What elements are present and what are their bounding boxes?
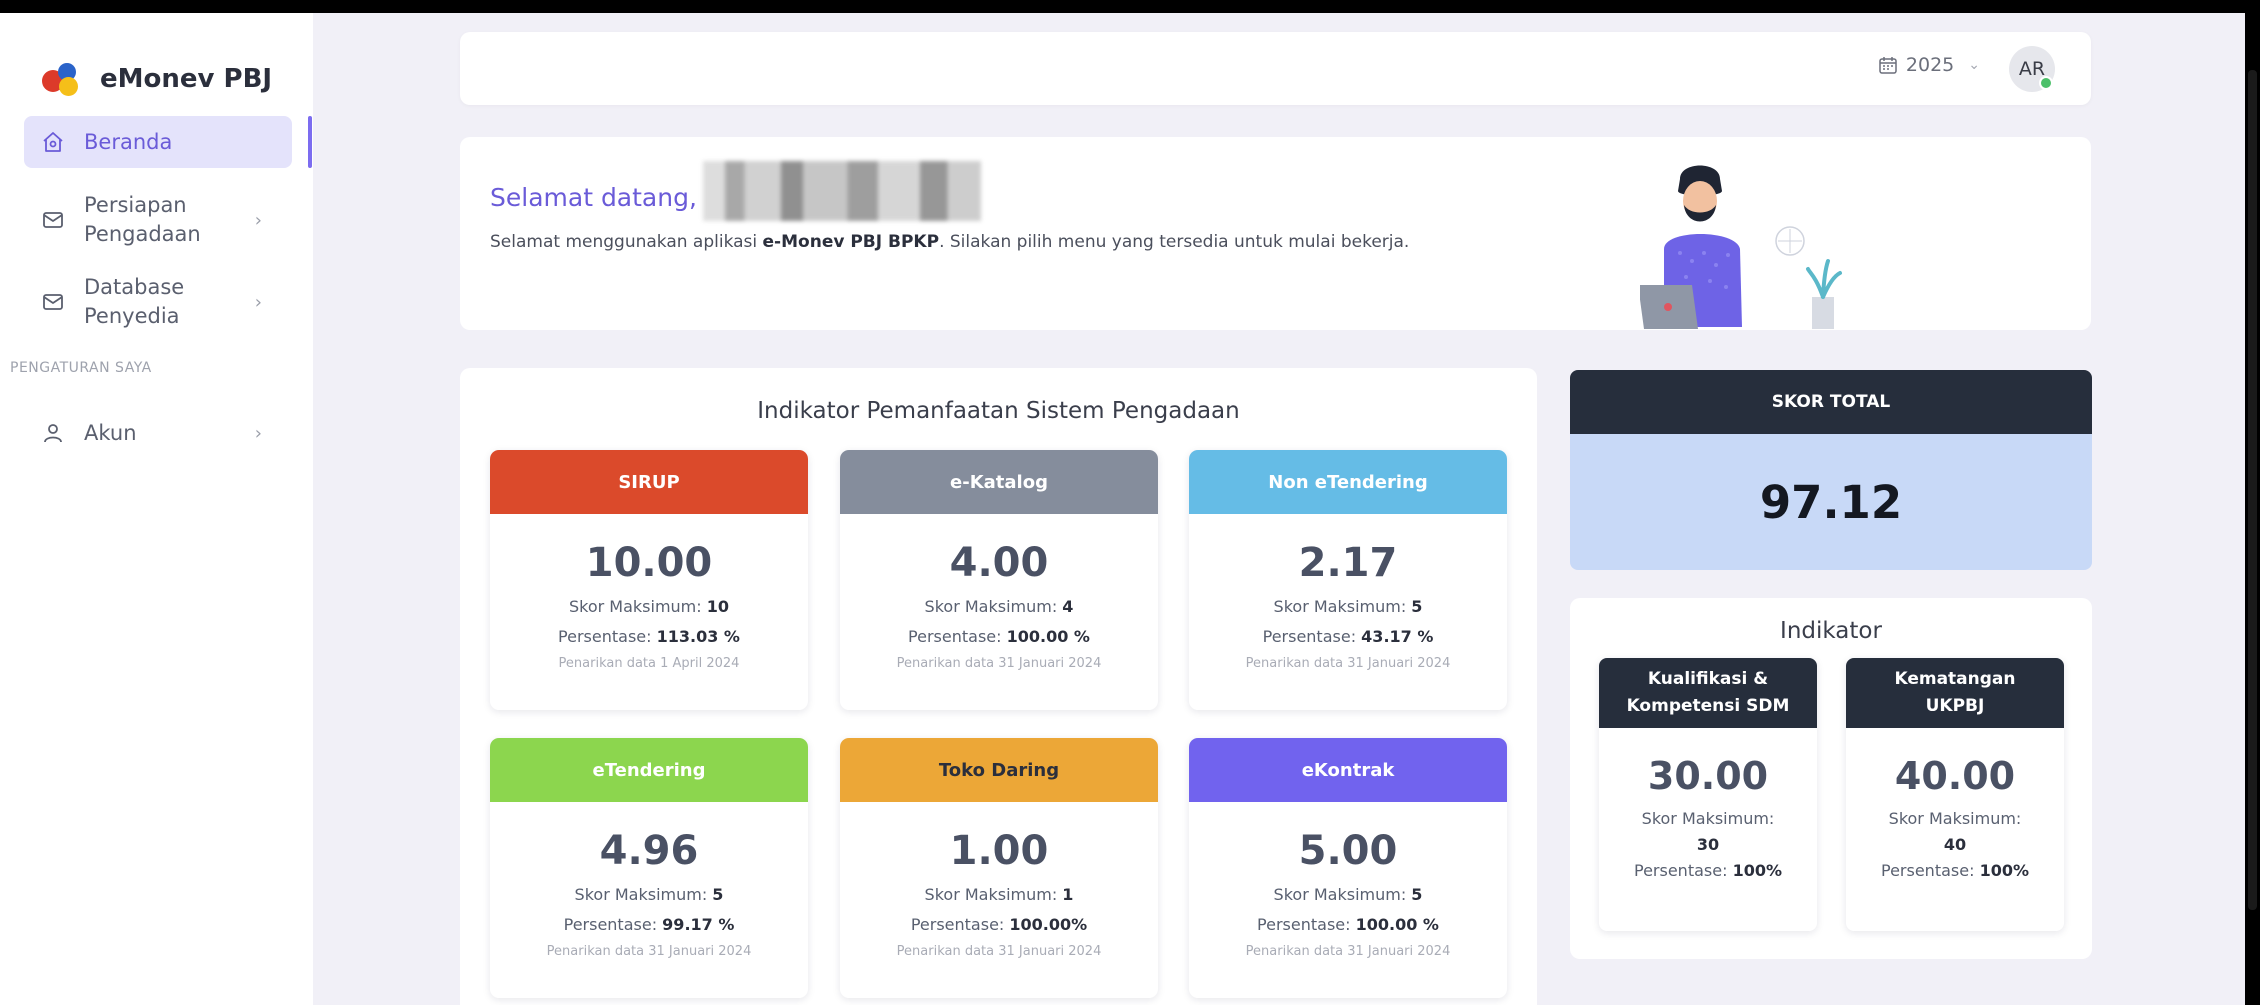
indicator-card-sirup[interactable]: SIRUP 10.00 Skor Maksimum: 10 Persentase… — [490, 450, 808, 710]
indicator-header: eTendering — [490, 738, 808, 802]
indicator-percentage: Persentase: 100.00 % — [908, 627, 1090, 646]
welcome-text: Selamat menggunakan aplikasi e-Monev PBJ… — [490, 232, 1410, 252]
indikator-header: Kematangan UKPBJ — [1846, 658, 2064, 728]
welcome-title: Selamat datang, — [490, 161, 981, 221]
app-frame: eMonev PBJ Beranda Persiapan Pengadaan ›… — [0, 13, 2245, 1005]
indicator-header: e-Katalog — [840, 450, 1158, 514]
indicator-value: 5.00 — [1298, 828, 1398, 874]
indicator-note: Penarikan data 31 Januari 2024 — [896, 656, 1102, 671]
indikator-percentage: Persentase: 100% — [1634, 861, 1782, 880]
indicator-value: 4.96 — [599, 828, 699, 874]
indikator-pemanfaatan-card: Indikator Pemanfaatan Sistem Pengadaan S… — [460, 368, 1537, 1005]
indicator-card-ekontrak[interactable]: eKontrak 5.00 Skor Maksimum: 5 Persentas… — [1189, 738, 1507, 998]
indicator-header: Toko Daring — [840, 738, 1158, 802]
indicator-card-toko-daring[interactable]: Toko Daring 1.00 Skor Maksimum: 1 Persen… — [840, 738, 1158, 998]
sidebar-item-label: Persiapan Pengadaan — [84, 193, 201, 246]
mail-icon — [41, 208, 65, 232]
indikator-kematangan-ukpbj[interactable]: Kematangan UKPBJ 40.00 Skor Maksimum: 40… — [1846, 658, 2064, 931]
section-label: PENGATURAN SAYA — [10, 360, 152, 376]
indicator-card-non-etendering[interactable]: Non eTendering 2.17 Skor Maksimum: 5 Per… — [1189, 450, 1507, 710]
indicator-note: Penarikan data 31 Januari 2024 — [1245, 944, 1451, 959]
working-person-illustration — [1640, 165, 1842, 329]
indikator-percentage: Persentase: 100% — [1881, 861, 2029, 880]
sidebar-item-label: Beranda — [84, 129, 173, 154]
indicator-percentage: Persentase: 99.17 % — [563, 915, 735, 934]
indicator-value: 4.00 — [949, 540, 1049, 586]
indikator-title: Indikator — [1780, 618, 1882, 644]
indikator-header: Kualifikasi & Kompetensi SDM — [1599, 658, 1817, 728]
user-icon — [41, 421, 65, 445]
indicator-header: SIRUP — [490, 450, 808, 514]
indicator-note: Penarikan data 1 April 2024 — [558, 656, 740, 671]
active-indicator — [308, 116, 312, 168]
brand[interactable]: eMonev PBJ — [42, 61, 272, 97]
sidebar-item-persiapan-pengadaan[interactable]: Persiapan Pengadaan › — [24, 190, 292, 250]
sidebar-item-database-penyedia[interactable]: Database Penyedia › — [24, 272, 292, 332]
scrollbar-thumb[interactable] — [2248, 70, 2257, 910]
chevron-right-icon: › — [254, 422, 262, 444]
skor-total-value: 97.12 — [1570, 434, 2092, 570]
welcome-card: Selamat datang, Selamat menggunakan apli… — [460, 137, 2091, 330]
section-title: Indikator Pemanfaatan Sistem Pengadaan — [757, 398, 1240, 424]
indikator-value: 40.00 — [1894, 754, 2016, 798]
app-name: eMonev PBJ — [100, 64, 273, 94]
indicator-max: Skor Maksimum: 5 — [1273, 597, 1423, 616]
indicator-max: Skor Maksimum: 5 — [574, 885, 724, 904]
indicator-percentage: Persentase: 100.00% — [910, 915, 1088, 934]
app-logo-icon — [42, 61, 86, 97]
year-selector[interactable]: 2025 ⌄ — [1878, 54, 1980, 76]
sidebar-item-beranda[interactable]: Beranda — [24, 116, 292, 168]
indicator-max: Skor Maksimum: 4 — [924, 597, 1074, 616]
chevron-right-icon: › — [254, 209, 262, 231]
indicator-max: Skor Maksimum: 10 — [568, 597, 729, 616]
indicator-max: Skor Maksimum: 1 — [924, 885, 1074, 904]
sidebar: eMonev PBJ Beranda Persiapan Pengadaan ›… — [0, 13, 313, 1005]
online-status-dot — [2039, 76, 2053, 90]
indikator-max-value: 40 — [1943, 835, 1967, 854]
indicator-value: 10.00 — [585, 540, 713, 586]
indicator-value: 2.17 — [1298, 540, 1398, 586]
year-value: 2025 — [1905, 54, 1955, 76]
indicator-percentage: Persentase: 113.03 % — [558, 627, 740, 646]
indikator-kualifikasi-sdm[interactable]: Kualifikasi & Kompetensi SDM 30.00 Skor … — [1599, 658, 1817, 931]
indicator-percentage: Persentase: 100.00 % — [1257, 915, 1439, 934]
page-scrollbar[interactable] — [2245, 60, 2260, 920]
chevron-right-icon: › — [254, 291, 262, 313]
calendar-icon — [1878, 55, 1898, 75]
indicator-value: 1.00 — [949, 828, 1049, 874]
indicator-header: Non eTendering — [1189, 450, 1507, 514]
chevron-down-icon: ⌄ — [1968, 57, 1980, 73]
indicator-header: eKontrak — [1189, 738, 1507, 802]
skor-total-label: SKOR TOTAL — [1570, 370, 2092, 434]
indicator-card-etendering[interactable]: eTendering 4.96 Skor Maksimum: 5 Persent… — [490, 738, 808, 998]
top-bar: 2025 ⌄ AR — [460, 32, 2091, 105]
mail-icon — [41, 290, 65, 314]
indicator-card-ekatalog[interactable]: e-Katalog 4.00 Skor Maksimum: 4 Persenta… — [840, 450, 1158, 710]
sidebar-item-label: Akun — [84, 420, 137, 445]
indicator-note: Penarikan data 31 Januari 2024 — [896, 944, 1102, 959]
avatar[interactable]: AR — [2009, 46, 2055, 92]
indikator-card: Indikator Kualifikasi & Kompetensi SDM 3… — [1570, 598, 2092, 959]
indikator-value: 30.00 — [1647, 754, 1769, 798]
indicator-note: Penarikan data 31 Januari 2024 — [546, 944, 752, 959]
indicator-percentage: Persentase: 43.17 % — [1262, 627, 1434, 646]
indikator-max-value: 30 — [1696, 835, 1720, 854]
skor-total-card: SKOR TOTAL 97.12 — [1570, 370, 2092, 570]
indicator-note: Penarikan data 31 Januari 2024 — [1245, 656, 1451, 671]
indikator-max-label: Skor Maksimum: — [1641, 809, 1775, 828]
sidebar-item-label: Database Penyedia — [84, 275, 185, 328]
sidebar-item-akun[interactable]: Akun › — [24, 413, 292, 453]
home-icon — [41, 130, 65, 154]
redacted-user-name — [702, 161, 981, 221]
indikator-max-label: Skor Maksimum: — [1888, 809, 2022, 828]
indicator-max: Skor Maksimum: 5 — [1273, 885, 1423, 904]
